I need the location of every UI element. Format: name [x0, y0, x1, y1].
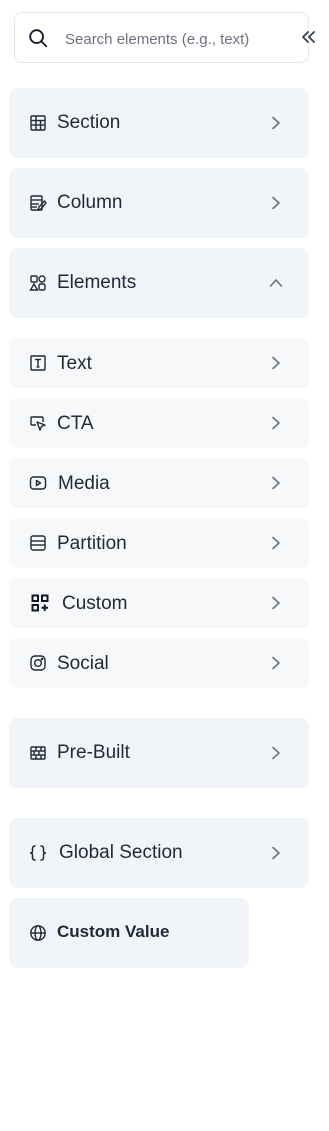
globe-icon: [30, 925, 46, 941]
element-item-media[interactable]: Media: [9, 458, 309, 508]
chevron-right-icon: [272, 476, 280, 490]
chevron-right-icon: [272, 536, 280, 550]
chevron-right-icon: [272, 116, 280, 130]
chevron-right-icon: [272, 356, 280, 370]
chevron-right-icon: [272, 656, 280, 670]
element-item-text[interactable]: Text: [9, 338, 309, 388]
element-item-custom[interactable]: Custom: [9, 578, 309, 628]
elements-label: Elements: [57, 272, 137, 293]
partition-label: Partition: [57, 533, 127, 554]
play-icon: [29, 476, 47, 490]
double-chevron-left-icon: [302, 31, 315, 43]
global-section-label: Global Section: [59, 842, 183, 863]
instagram-icon: [30, 655, 46, 671]
search-icon: [29, 29, 48, 48]
section-item-column[interactable]: Column: [9, 168, 309, 238]
search-box[interactable]: [14, 12, 309, 63]
bricks-icon: [30, 746, 46, 760]
element-item-cta[interactable]: CTA: [9, 398, 309, 448]
column-icon: [30, 195, 47, 212]
media-label: Media: [58, 473, 110, 494]
grid-plus-icon: [31, 594, 49, 612]
custom-label: Custom: [62, 593, 128, 614]
custom-value-button[interactable]: Custom Value: [9, 898, 249, 968]
chevron-up-icon: [269, 279, 283, 287]
element-item-social[interactable]: Social: [9, 638, 309, 688]
cursor-click-icon: [30, 416, 46, 431]
element-item-partition[interactable]: Partition: [9, 518, 309, 568]
chevron-right-icon: [272, 596, 280, 610]
table-icon: [30, 115, 46, 131]
text-box-icon: [30, 355, 46, 371]
chevron-right-icon: [272, 846, 280, 860]
search-input[interactable]: [65, 26, 300, 52]
column-label: Column: [57, 192, 123, 213]
braces-icon: [29, 845, 47, 861]
shapes-icon: [29, 275, 46, 291]
social-label: Social: [57, 653, 109, 674]
cta-label: CTA: [57, 413, 94, 434]
section-item-prebuilt[interactable]: Pre-Built: [9, 718, 309, 788]
rows-icon: [30, 535, 46, 551]
collapse-panel-button[interactable]: [296, 26, 320, 48]
section-item-section[interactable]: Section: [9, 88, 309, 158]
section-label: Section: [57, 112, 121, 133]
custom-value-label: Custom Value: [57, 922, 170, 941]
section-item-elements[interactable]: Elements: [9, 248, 309, 318]
prebuilt-label: Pre-Built: [57, 742, 130, 763]
chevron-right-icon: [272, 196, 280, 210]
chevron-right-icon: [272, 416, 280, 430]
text-label: Text: [57, 353, 92, 374]
section-item-global-section[interactable]: Global Section: [9, 818, 309, 888]
chevron-right-icon: [272, 746, 280, 760]
